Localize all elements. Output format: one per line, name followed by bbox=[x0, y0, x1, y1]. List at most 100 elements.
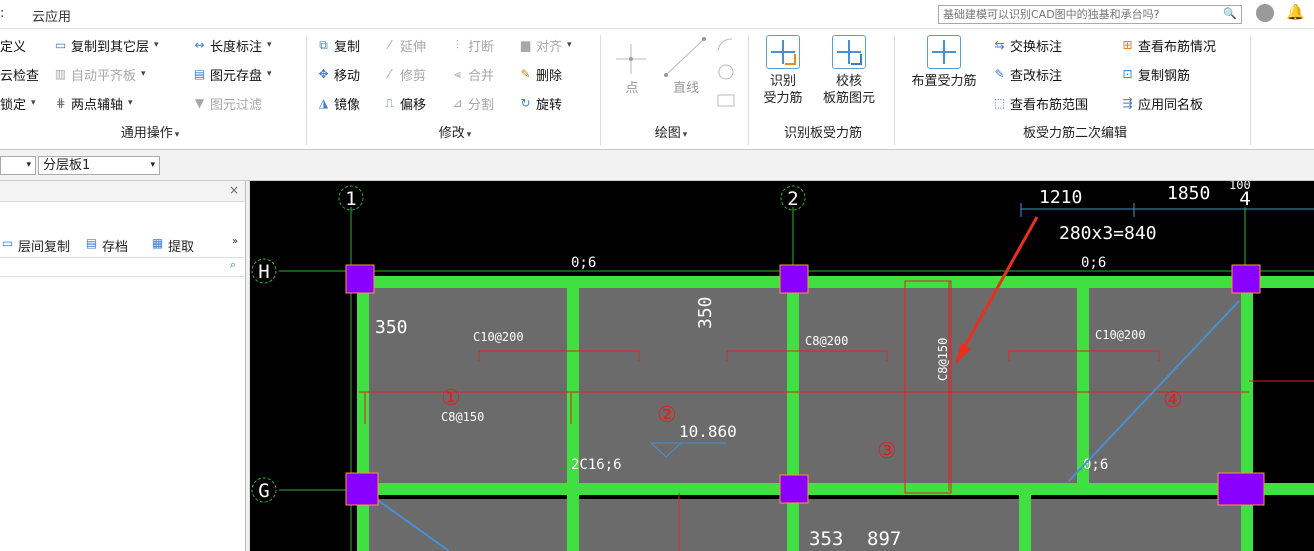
column[interactable] bbox=[345, 264, 375, 294]
more-icon[interactable]: » bbox=[232, 236, 238, 247]
element-save-button[interactable]: ▤ 图元存盘 ▾ bbox=[192, 64, 272, 84]
rebar-label: C8@150 bbox=[441, 410, 484, 424]
merge-icon: ⫷ bbox=[454, 67, 461, 81]
column[interactable] bbox=[345, 472, 379, 506]
rotate-button[interactable]: ↻ 旋转 bbox=[518, 93, 562, 113]
beam-mid-1[interactable] bbox=[567, 281, 579, 551]
offset-button[interactable]: ⎍ 偏移 bbox=[382, 93, 426, 113]
dim-350-a: 350 bbox=[375, 317, 408, 338]
point-button[interactable]: 点 bbox=[612, 80, 652, 97]
layer-copy-icon: ▭ bbox=[1, 236, 14, 250]
menu-item-partial[interactable]: : bbox=[0, 6, 4, 21]
view-rebar-status-button[interactable]: ⊞ 查看布筋情况 bbox=[1120, 35, 1216, 55]
axis-label-h: H bbox=[251, 258, 277, 284]
define-button[interactable]: 定义 bbox=[0, 35, 26, 55]
lock-button[interactable]: 锁定 ▾ bbox=[0, 93, 36, 113]
merge-button[interactable]: ⫷ 合并 bbox=[450, 64, 494, 84]
panel-title-bar: × bbox=[0, 181, 245, 202]
elevation-label: 10.860 bbox=[679, 422, 737, 441]
copy-to-other-layer-button[interactable]: ▭ 复制到其它层 ▾ bbox=[53, 35, 159, 55]
axis-label-2: 2 bbox=[780, 185, 806, 211]
dim-840: 280x3=840 bbox=[1059, 223, 1157, 244]
chevron-down-icon: ▾ bbox=[150, 160, 155, 170]
auto-align-slab-button[interactable]: ▥ 自动平齐板 ▾ bbox=[53, 64, 146, 84]
place-rebar-icon bbox=[927, 35, 961, 69]
slab-area[interactable] bbox=[357, 281, 1242, 486]
two-point-aux-axis-button[interactable]: ⋕ 两点辅轴 ▾ bbox=[53, 93, 132, 113]
help-search-box[interactable]: 🔍 bbox=[938, 5, 1242, 24]
panel-toolbar: ▭ 层间复制 ▤ 存档 ▦ 提取 » bbox=[0, 233, 245, 257]
dim-1850: 1850 bbox=[1167, 183, 1210, 204]
chevron-down-icon: ▾ bbox=[26, 160, 31, 170]
place-rebar-button[interactable]: 布置受力筋 bbox=[902, 35, 986, 90]
mirror-button[interactable]: ◮ 镜像 bbox=[316, 93, 360, 113]
break-button[interactable]: ⫶ 打断 bbox=[450, 35, 494, 55]
element-filter-button[interactable]: ▼ 图元过滤 bbox=[192, 93, 262, 113]
group-label-edit: 板受力筋二次编辑 bbox=[1022, 126, 1127, 141]
dim-350-b: 350 bbox=[695, 296, 716, 329]
edit-label-icon: ✎ bbox=[994, 67, 1005, 81]
extend-button[interactable]: ⁄ 延伸 bbox=[382, 35, 426, 55]
help-search-input[interactable] bbox=[939, 6, 1217, 23]
search-icon[interactable]: ⌕ bbox=[230, 258, 236, 272]
menu-bar: : 云应用 🔍 🔔 bbox=[0, 0, 1314, 29]
beam-g[interactable] bbox=[349, 483, 1314, 495]
copy-rebar-button[interactable]: ⊡ 复制钢筋 bbox=[1120, 64, 1190, 84]
menu-item-cloud-app[interactable]: 云应用 bbox=[32, 6, 71, 25]
line-button[interactable]: 直线 bbox=[664, 80, 708, 97]
region-marker: ① bbox=[441, 386, 461, 411]
column[interactable] bbox=[779, 474, 809, 504]
layer-copy-button[interactable]: ▭ 层间复制 bbox=[0, 236, 70, 255]
rebar-label: C8@200 bbox=[805, 334, 848, 348]
offset-icon: ⎍ bbox=[385, 96, 394, 110]
apply-same-slab-button[interactable]: ⇶ 应用同名板 bbox=[1120, 93, 1203, 113]
user-avatar-icon[interactable] bbox=[1256, 4, 1274, 22]
extract-button[interactable]: ▦ 提取 bbox=[150, 236, 194, 255]
length-dimension-button[interactable]: ↔ 长度标注 ▾ bbox=[192, 35, 271, 55]
bell-icon[interactable]: 🔔 bbox=[1286, 3, 1305, 21]
dim-1210: 1210 bbox=[1039, 187, 1082, 208]
trim-button[interactable]: ⁄ 修剪 bbox=[382, 64, 426, 84]
beam-axis-1[interactable] bbox=[357, 281, 369, 551]
beam-axis-2[interactable] bbox=[787, 281, 799, 551]
swap-label-button[interactable]: ⇆ 交换标注 bbox=[992, 35, 1062, 55]
archive-button[interactable]: ▤ 存档 bbox=[84, 236, 128, 255]
group-label-common-ops: 通用操作 ▾ bbox=[120, 126, 180, 141]
panel-search-box[interactable]: ⌕ bbox=[0, 257, 244, 277]
align-button[interactable]: ▆ 对齐 ▾ bbox=[518, 35, 572, 55]
layer-combo[interactable]: 分层板1 ▾ bbox=[38, 156, 160, 175]
break-icon: ⫶ bbox=[455, 38, 459, 52]
column[interactable] bbox=[779, 264, 809, 294]
check-rebar-icon bbox=[832, 35, 866, 69]
delete-button[interactable]: ✎ 删除 bbox=[518, 64, 562, 84]
region-marker: ④ bbox=[1163, 388, 1183, 413]
dimension-icon: ↔ bbox=[194, 38, 205, 52]
extract-icon: ▦ bbox=[151, 236, 164, 250]
edit-label-button[interactable]: ✎ 查改标注 bbox=[992, 64, 1062, 84]
search-icon[interactable]: 🔍 bbox=[1223, 7, 1237, 20]
beam-axis-4[interactable] bbox=[1241, 281, 1253, 551]
copy-layer-icon: ▭ bbox=[54, 38, 67, 52]
recognize-rebar-button[interactable]: 识别 受力筋 bbox=[758, 35, 808, 107]
move-button[interactable]: ✥ 移动 bbox=[316, 64, 360, 84]
element-list-panel: × ▭ 层间复制 ▤ 存档 ▦ 提取 » ⌕ bbox=[0, 181, 246, 551]
column[interactable] bbox=[1231, 264, 1261, 294]
split-button[interactable]: ⊿ 分割 bbox=[450, 93, 494, 113]
beam-lower[interactable] bbox=[1019, 495, 1031, 551]
group-label-recognize: 识别板受力筋 bbox=[783, 126, 862, 141]
apply-icon: ⇶ bbox=[1122, 96, 1133, 110]
rebar-label: C10@200 bbox=[473, 330, 524, 344]
close-icon[interactable]: × bbox=[229, 183, 239, 197]
column[interactable] bbox=[1217, 472, 1265, 506]
floor-combo[interactable]: ▾ bbox=[0, 156, 36, 175]
check-slab-rebar-button[interactable]: 校核 板筋图元 bbox=[816, 35, 882, 107]
cad-drawing[interactable]: 1 2 4 H G 1210 1850 100 280x3=840 350 35… bbox=[249, 181, 1314, 551]
view-rebar-range-button[interactable]: ⬚ 查看布筋范围 bbox=[992, 93, 1088, 113]
slab-area-lower[interactable] bbox=[357, 499, 1242, 551]
copy-rebar-icon: ⊡ bbox=[1122, 67, 1133, 81]
group-separator bbox=[306, 35, 307, 145]
layer-toolbar: ▾ 分层板1 ▾ bbox=[0, 150, 1314, 181]
drawing-canvas[interactable]: 1 2 4 H G 1210 1850 100 280x3=840 350 35… bbox=[249, 181, 1314, 551]
cloud-check-button[interactable]: 云检查 bbox=[0, 64, 39, 84]
copy-button[interactable]: ⧉ 复制 bbox=[316, 35, 360, 55]
